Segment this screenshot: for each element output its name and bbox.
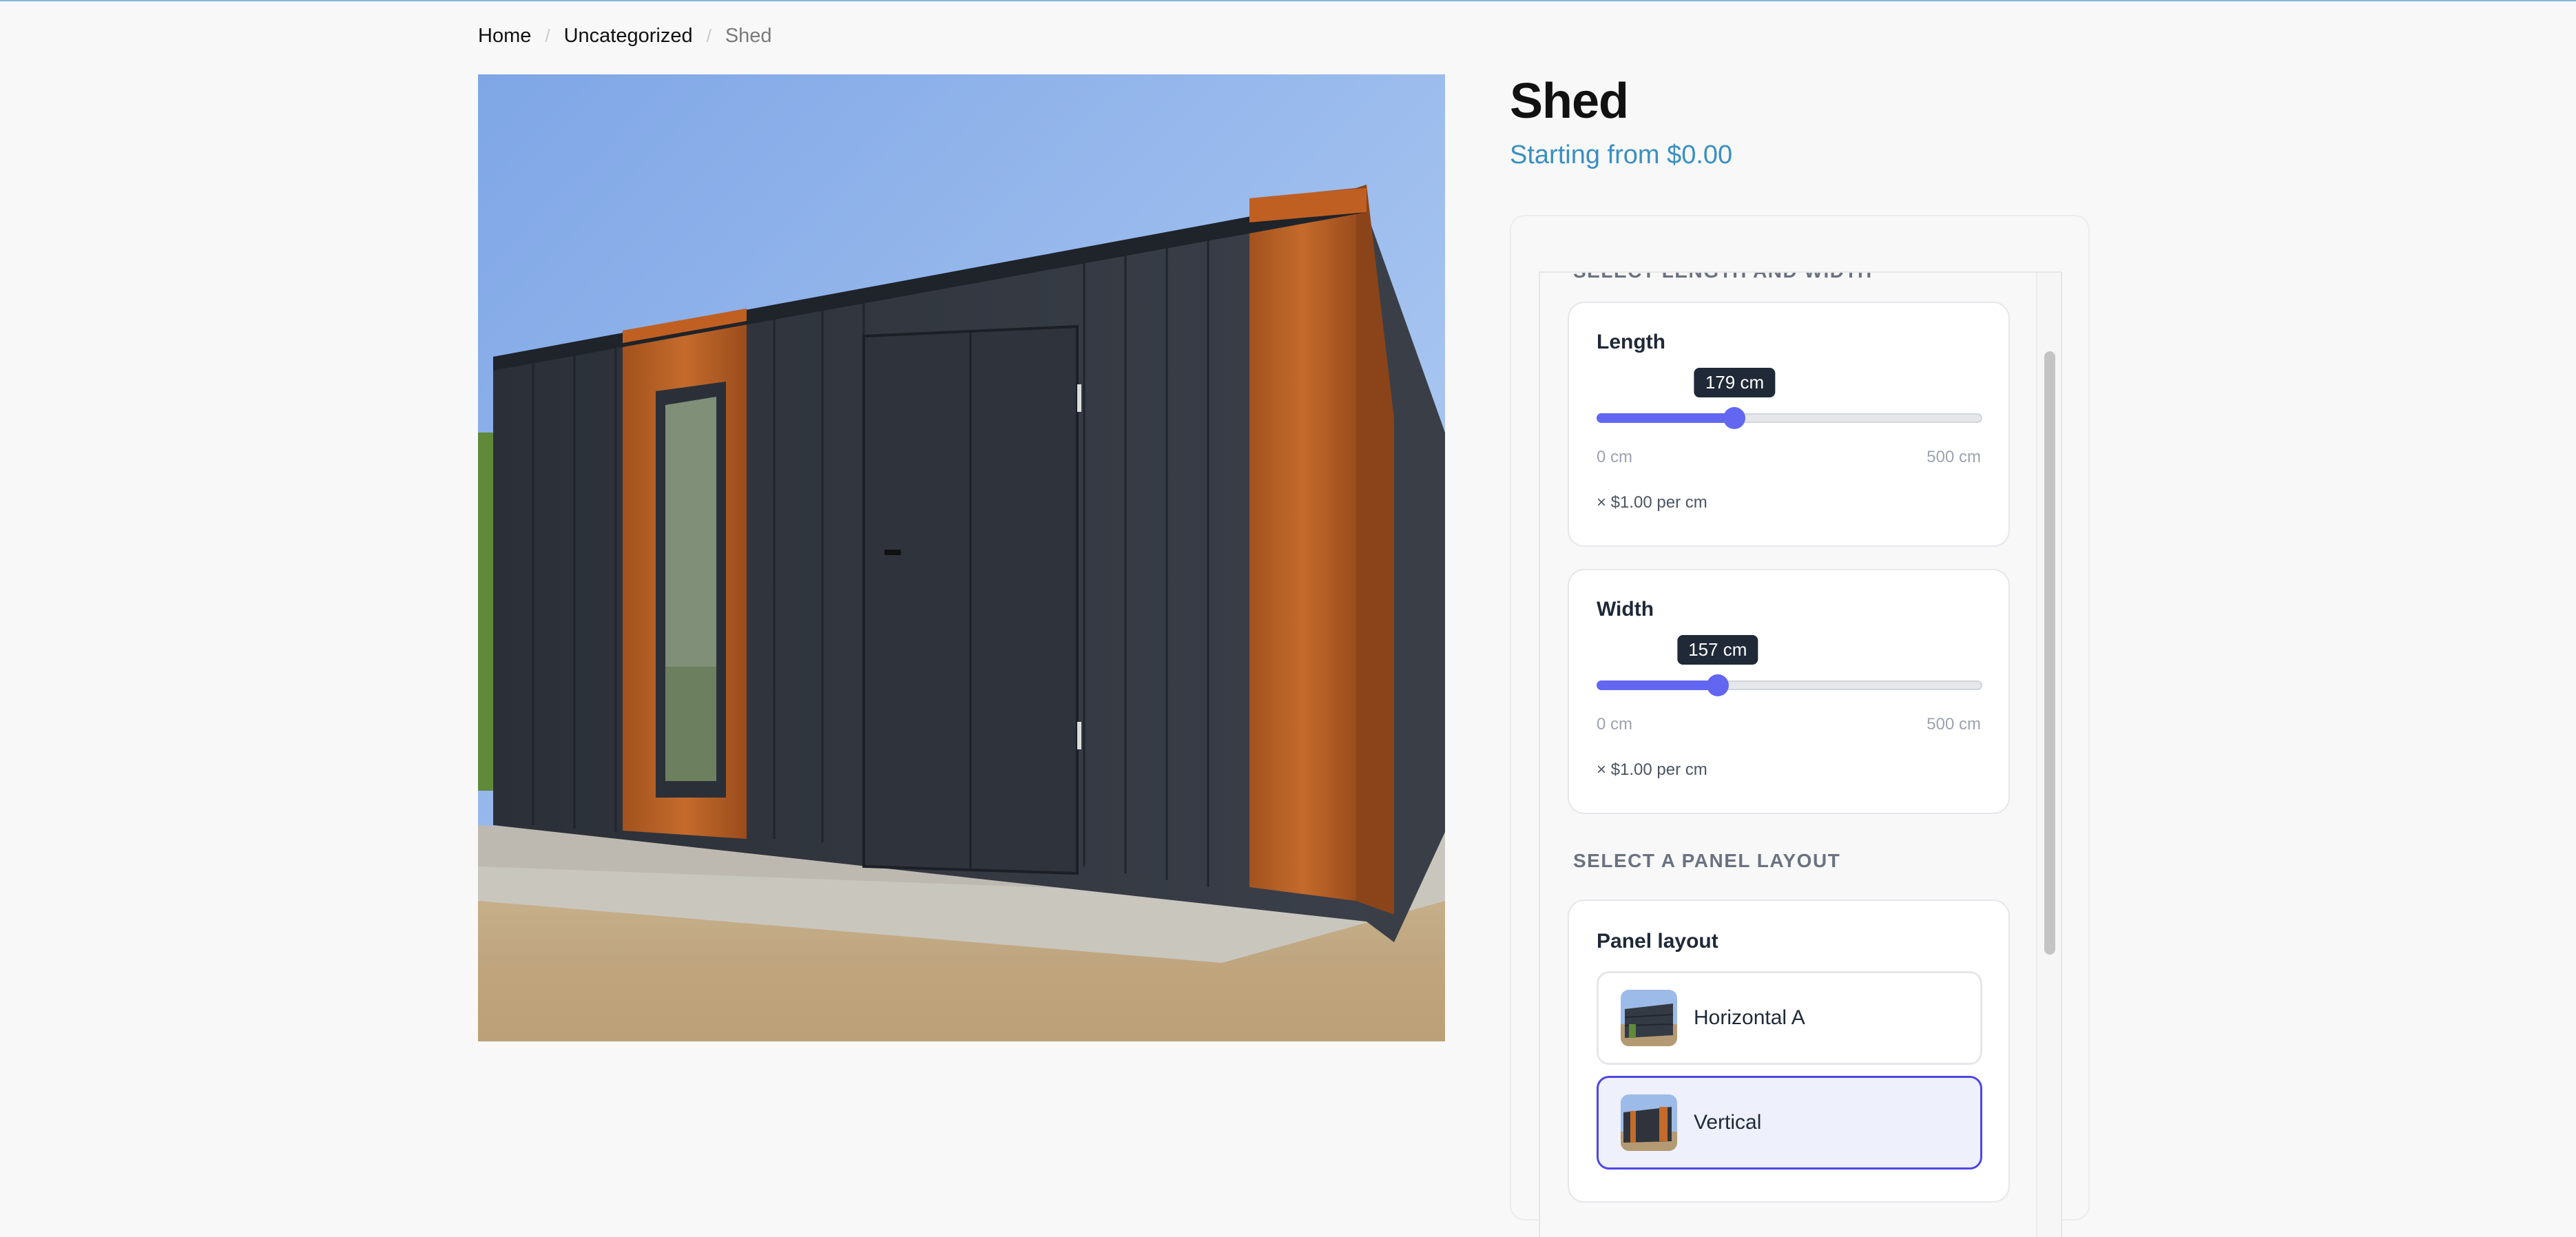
option-label: Vertical [1694, 1111, 1762, 1134]
panel-layout-card: Panel layout Horizontal A Vertical [1568, 900, 2010, 1203]
panel-option-horizontal-a[interactable]: Horizontal A [1597, 971, 1982, 1065]
length-min-label: 0 cm [1597, 448, 1633, 466]
panel-option-vertical[interactable]: Vertical [1597, 1076, 1982, 1170]
slider-thumb[interactable] [1706, 674, 1729, 696]
length-label: Length [1597, 331, 1665, 353]
option-thumbnail [1621, 990, 1677, 1046]
breadcrumb: Home / Uncategorized / Shed [478, 25, 772, 48]
configurator-panel: SELECT LENGTH AND WIDTH Length 179 cm 0 … [1510, 215, 2090, 1237]
product-title: Shed [1510, 74, 1629, 129]
length-max-label: 500 cm [1926, 448, 1981, 466]
breadcrumb-current: Shed [725, 25, 772, 47]
breadcrumb-category-link[interactable]: Uncategorized [564, 25, 693, 48]
product-price: Starting from $0.00 [1510, 141, 1733, 169]
slider-fill [1597, 413, 1735, 423]
product-image[interactable] [478, 74, 1445, 1041]
shed-thumbnail-icon [1621, 1094, 1677, 1151]
slider-fill [1597, 680, 1718, 690]
width-slider[interactable]: 157 cm [1597, 635, 1982, 703]
length-card: Length 179 cm 0 cm 500 cm × $1.00 per cm [1568, 302, 2010, 547]
dimensions-heading: SELECT LENGTH AND WIDTH [1573, 273, 1873, 282]
slider-value-bubble: 179 cm [1694, 368, 1776, 397]
breadcrumb-separator: / [545, 25, 550, 46]
option-label: Horizontal A [1694, 1006, 1805, 1029]
width-rate: × $1.00 per cm [1597, 760, 1707, 779]
length-slider[interactable]: 179 cm [1597, 368, 1982, 435]
width-label: Width [1597, 598, 1654, 621]
slider-thumb[interactable] [1723, 407, 1746, 429]
shed-photo [478, 74, 1445, 1041]
shed-thumbnail-icon [1621, 990, 1677, 1046]
breadcrumb-separator: / [706, 25, 711, 46]
slider-value-bubble: 157 cm [1677, 635, 1758, 665]
breadcrumb-home-link[interactable]: Home [478, 25, 531, 48]
length-rate: × $1.00 per cm [1597, 493, 1707, 512]
configurator-scroll-area[interactable]: SELECT LENGTH AND WIDTH Length 179 cm 0 … [1539, 271, 2062, 1237]
width-max-label: 500 cm [1926, 715, 1981, 734]
panel-layout-heading: SELECT A PANEL LAYOUT [1573, 850, 1841, 871]
scrollbar-thumb[interactable] [2044, 351, 2055, 955]
option-thumbnail [1621, 1094, 1677, 1151]
scrollbar-track[interactable] [2036, 273, 2061, 1237]
panel-layout-label: Panel layout [1597, 930, 1718, 953]
width-card: Width 157 cm 0 cm 500 cm × $1.00 per cm [1568, 569, 2010, 814]
width-min-label: 0 cm [1597, 715, 1633, 734]
